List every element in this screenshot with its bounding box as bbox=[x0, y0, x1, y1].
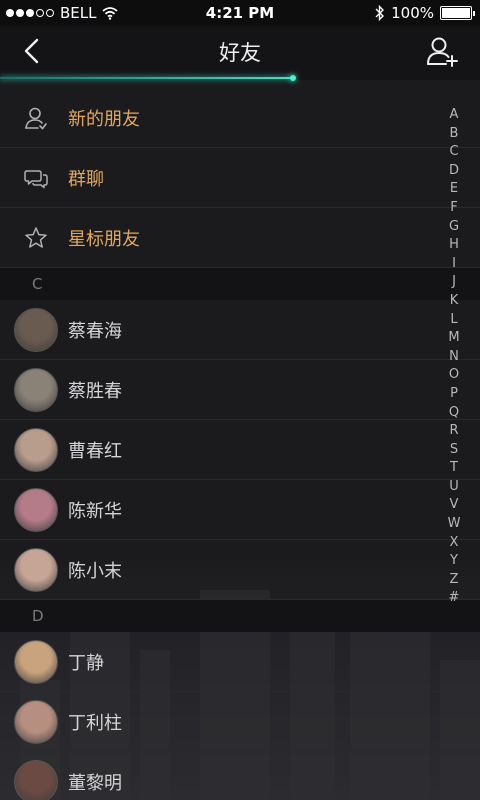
progress-track bbox=[0, 75, 480, 81]
friend-name: 丁利柱 bbox=[68, 712, 122, 734]
progress-bar bbox=[0, 75, 296, 81]
index-letter[interactable]: N bbox=[449, 348, 459, 367]
friend-name: 董黎明 bbox=[68, 772, 122, 794]
index-letter[interactable]: G bbox=[449, 218, 459, 237]
index-letter[interactable]: L bbox=[450, 311, 457, 330]
index-letter[interactable]: P bbox=[450, 385, 458, 404]
friend-row[interactable]: 陈小末 bbox=[0, 540, 480, 600]
friend-row[interactable]: 陈新华 bbox=[0, 480, 480, 540]
index-letter[interactable]: J bbox=[452, 273, 456, 292]
index-letter[interactable]: X bbox=[450, 534, 459, 553]
friend-row[interactable]: 丁利柱 bbox=[0, 692, 480, 752]
page-title: 好友 bbox=[219, 41, 261, 65]
index-letter[interactable]: # bbox=[449, 589, 460, 608]
group-chat-row[interactable]: 群聊 bbox=[0, 148, 480, 208]
index-letter[interactable]: D bbox=[449, 162, 459, 181]
friend-name: 陈小末 bbox=[68, 560, 122, 582]
avatar bbox=[14, 367, 58, 412]
chat-bubbles-icon bbox=[24, 169, 48, 188]
index-letter[interactable]: Q bbox=[449, 404, 459, 423]
friend-name: 蔡胜春 bbox=[68, 380, 122, 402]
friend-list: 新的朋友 群聊 星标朋友 C 蔡春海 蔡胜春 曹春红 陈新华 陈小末 D 丁静 … bbox=[0, 88, 480, 800]
index-letter[interactable]: W bbox=[448, 515, 461, 534]
friend-row[interactable]: 蔡春海 bbox=[0, 300, 480, 360]
index-letter[interactable]: A bbox=[450, 106, 459, 125]
avatar bbox=[14, 487, 58, 532]
section-header-c: C bbox=[0, 268, 480, 300]
alphabet-index[interactable]: A B C D E F G H I J K L M N O P Q R S T U V W X Y Z # bbox=[446, 106, 462, 608]
friend-row[interactable]: 蔡胜春 bbox=[0, 360, 480, 420]
friend-row[interactable]: 董黎明 bbox=[0, 752, 480, 800]
star-icon bbox=[25, 226, 47, 248]
new-friends-label: 新的朋友 bbox=[68, 108, 140, 130]
index-letter[interactable]: B bbox=[450, 125, 459, 144]
group-chat-label: 群聊 bbox=[68, 168, 104, 190]
avatar bbox=[14, 759, 58, 800]
index-letter[interactable]: Z bbox=[450, 571, 459, 590]
index-letter[interactable]: H bbox=[449, 236, 459, 255]
index-letter[interactable]: K bbox=[450, 292, 459, 311]
friend-name: 曹春红 bbox=[68, 440, 122, 462]
index-letter[interactable]: U bbox=[449, 478, 459, 497]
index-letter[interactable]: T bbox=[450, 459, 458, 478]
battery-percent: 100% bbox=[391, 4, 434, 22]
avatar bbox=[14, 307, 58, 352]
index-letter[interactable]: I bbox=[452, 255, 456, 274]
index-letter[interactable]: C bbox=[449, 143, 458, 162]
friend-name: 丁静 bbox=[68, 652, 104, 674]
avatar bbox=[14, 427, 58, 472]
friend-row[interactable]: 丁静 bbox=[0, 632, 480, 692]
index-letter[interactable]: Y bbox=[450, 552, 458, 571]
avatar bbox=[14, 547, 58, 592]
avatar bbox=[14, 639, 58, 684]
index-letter[interactable]: O bbox=[449, 366, 459, 385]
friend-name: 陈新华 bbox=[68, 500, 122, 522]
friend-row[interactable]: 曹春红 bbox=[0, 420, 480, 480]
battery-icon bbox=[440, 6, 475, 20]
starred-friends-label: 星标朋友 bbox=[68, 228, 140, 250]
index-letter[interactable]: M bbox=[448, 329, 459, 348]
status-bar: BELL 4:21 PM 100% bbox=[0, 0, 480, 26]
new-friends-row[interactable]: 新的朋友 bbox=[0, 88, 480, 148]
section-header-d: D bbox=[0, 600, 480, 632]
index-letter[interactable]: V bbox=[450, 496, 459, 515]
avatar bbox=[14, 699, 58, 744]
index-letter[interactable]: S bbox=[450, 441, 458, 460]
starred-friends-row[interactable]: 星标朋友 bbox=[0, 208, 480, 268]
index-letter[interactable]: F bbox=[450, 199, 457, 218]
friend-name: 蔡春海 bbox=[68, 320, 122, 342]
add-friend-icon[interactable] bbox=[426, 35, 458, 67]
index-letter[interactable]: E bbox=[450, 180, 458, 199]
person-icon bbox=[25, 107, 47, 130]
navigation-bar: 好友 bbox=[0, 26, 480, 76]
index-letter[interactable]: R bbox=[449, 422, 458, 441]
bluetooth-icon bbox=[375, 5, 385, 21]
